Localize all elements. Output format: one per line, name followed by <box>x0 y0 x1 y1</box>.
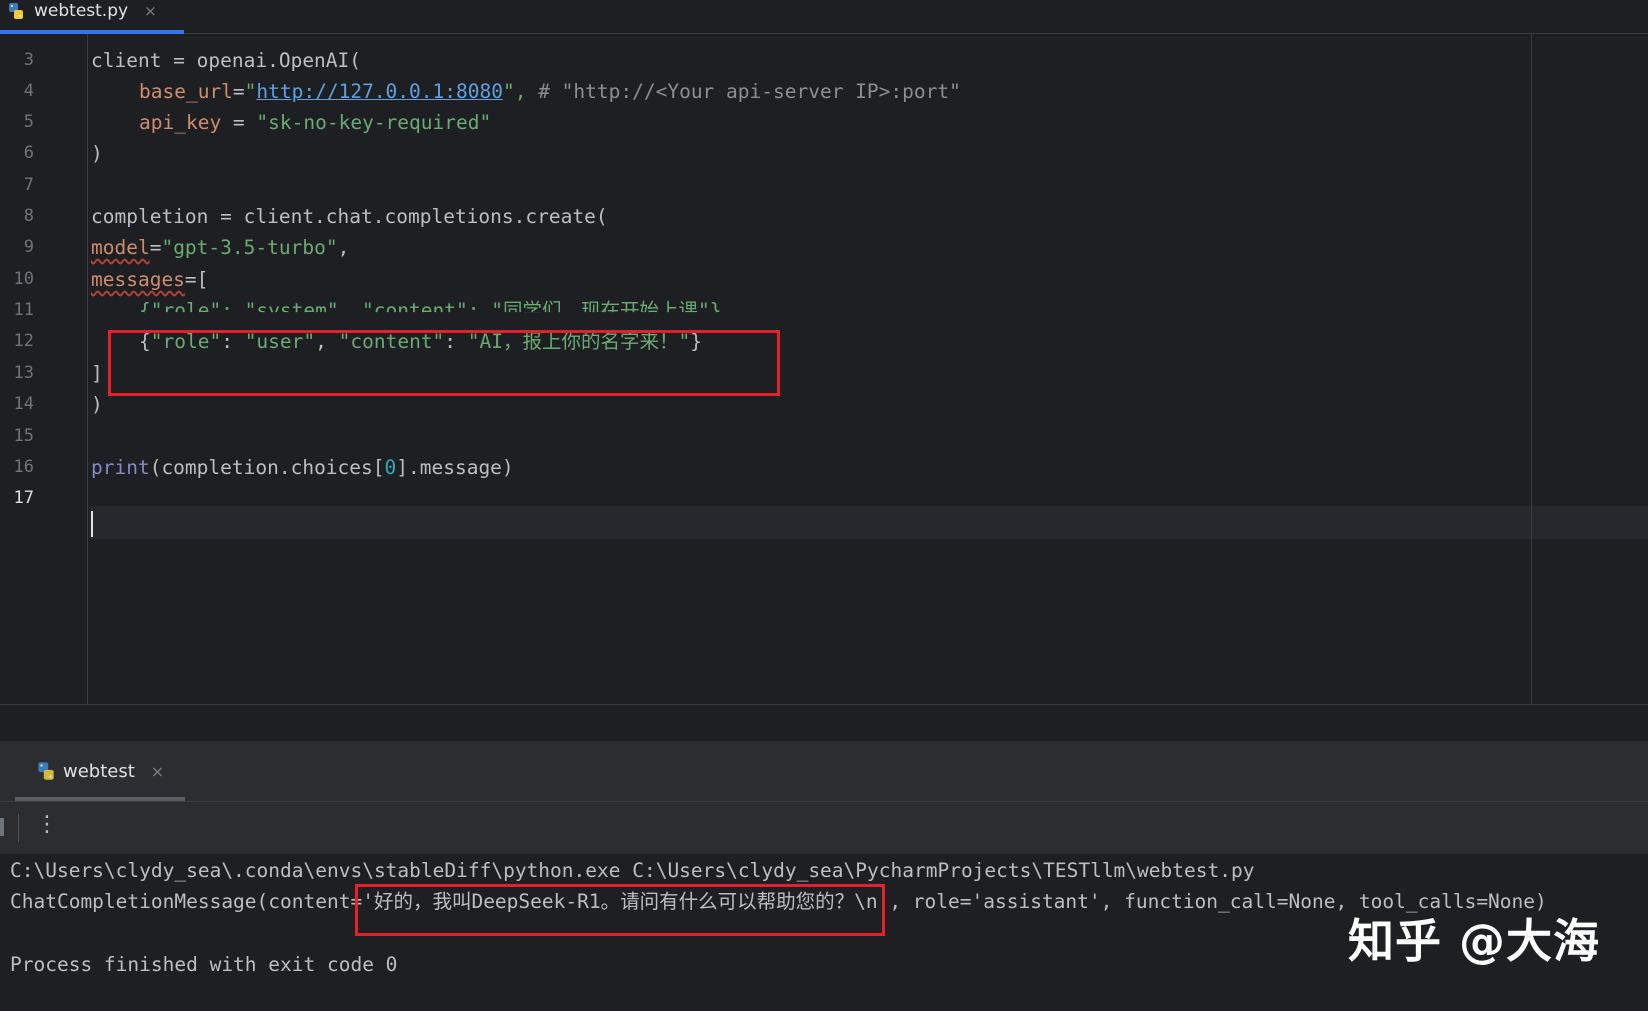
line-number: 13 <box>13 363 34 383</box>
line-number: 4 <box>23 81 34 101</box>
code-line-14: ) <box>91 393 103 416</box>
line-number: 16 <box>13 457 34 477</box>
code-line-5: api_key = "sk-no-key-required" <box>91 106 491 139</box>
line-number-gutter: 3 4 5 6 7 8 9 10 11 12 13 14 15 16 17 <box>0 34 88 704</box>
string-close: ", <box>502 80 527 103</box>
right-margin-guide <box>1531 34 1532 704</box>
run-toolbar: ⋮ <box>0 802 1648 854</box>
code-expression: (completion.choices[ <box>149 456 385 479</box>
code-line-10: messages=[ <box>91 263 208 296</box>
current-line-highlight <box>89 506 1648 539</box>
toolbar-edge-handle[interactable] <box>0 818 4 836</box>
line-number: 5 <box>23 112 34 132</box>
code-line-11: {"role": "system", "content": "同学们，现在开始上… <box>139 299 734 322</box>
editor-tab-label: webtest.py <box>34 0 129 21</box>
operator: = <box>221 111 257 134</box>
line-number: 14 <box>13 394 34 414</box>
param-model: model <box>91 236 150 259</box>
more-options-icon[interactable]: ⋮ <box>36 812 58 837</box>
string-model: "gpt-3.5-turbo" <box>161 236 338 259</box>
line-number: 9 <box>23 237 34 257</box>
line-number: 7 <box>23 175 34 195</box>
code-line-8: completion = client.chat.completions.cre… <box>91 205 608 228</box>
python-file-icon <box>9 2 23 19</box>
code-line-3: client = openai.OpenAI( <box>91 49 362 72</box>
line-number: 10 <box>13 269 34 289</box>
code-line-4: base_url="http://127.0.0.1:8080", # "htt… <box>91 75 961 108</box>
line-number: 11 <box>13 300 34 320</box>
close-icon[interactable]: × <box>144 2 157 20</box>
run-tab-bar: webtest × <box>0 741 1648 802</box>
operator: = <box>149 236 162 259</box>
code-editor[interactable]: 3 4 5 6 7 8 9 10 11 12 13 14 15 16 17 cl… <box>0 34 1648 704</box>
highlight-box-user-message <box>108 330 780 396</box>
line-number: 6 <box>23 143 34 163</box>
line-number: 15 <box>13 426 34 446</box>
line-number: 12 <box>13 331 34 351</box>
param-base-url: base_url <box>139 80 233 103</box>
number-literal: 0 <box>384 456 397 479</box>
run-tab-webtest[interactable]: webtest × <box>15 741 185 801</box>
code-expression: ].message) <box>396 456 514 479</box>
line-number-current: 17 <box>13 488 34 508</box>
run-tab-label: webtest <box>63 760 135 782</box>
code-line-16: print(completion.choices[0].message) <box>91 451 514 484</box>
code-comment: # "http://<Your api-server IP>:port" <box>526 80 961 103</box>
editor-tab-webtest[interactable]: webtest.py × <box>0 0 184 34</box>
python-run-icon <box>38 762 54 780</box>
param-api-key: api_key <box>139 111 222 134</box>
code-line-6: ) <box>91 142 103 165</box>
string-quote: " <box>244 80 257 103</box>
operator: = <box>232 80 245 103</box>
text-caret <box>91 511 93 537</box>
string-api-key: "sk-no-key-required" <box>256 111 492 134</box>
panel-splitter[interactable] <box>0 704 1648 742</box>
code-line-9: model="gpt-3.5-turbo", <box>91 231 349 264</box>
punctuation: , <box>337 236 350 259</box>
code-line-13: ] <box>91 362 103 385</box>
toolbar-divider <box>18 814 19 842</box>
watermark-text: 知乎 @大海 <box>1347 914 1600 968</box>
base-url-link[interactable]: http://127.0.0.1:8080 <box>256 80 503 103</box>
line-number: 3 <box>23 50 34 70</box>
line-number: 8 <box>23 206 34 226</box>
console-command-line: C:\Users\clydy_sea\.conda\envs\stableDif… <box>10 859 1255 882</box>
builtin-print: print <box>91 456 150 479</box>
close-icon[interactable]: × <box>151 762 164 781</box>
operator: =[ <box>184 268 209 291</box>
output-prefix: ChatCompletionMessage(content=' <box>10 890 374 913</box>
editor-tab-bar: webtest.py × <box>0 0 1648 34</box>
highlight-box-model-reply <box>355 884 885 936</box>
active-tab-indicator <box>15 797 185 801</box>
param-messages: messages <box>91 268 185 291</box>
console-exit-line: Process finished with exit code 0 <box>10 953 398 976</box>
